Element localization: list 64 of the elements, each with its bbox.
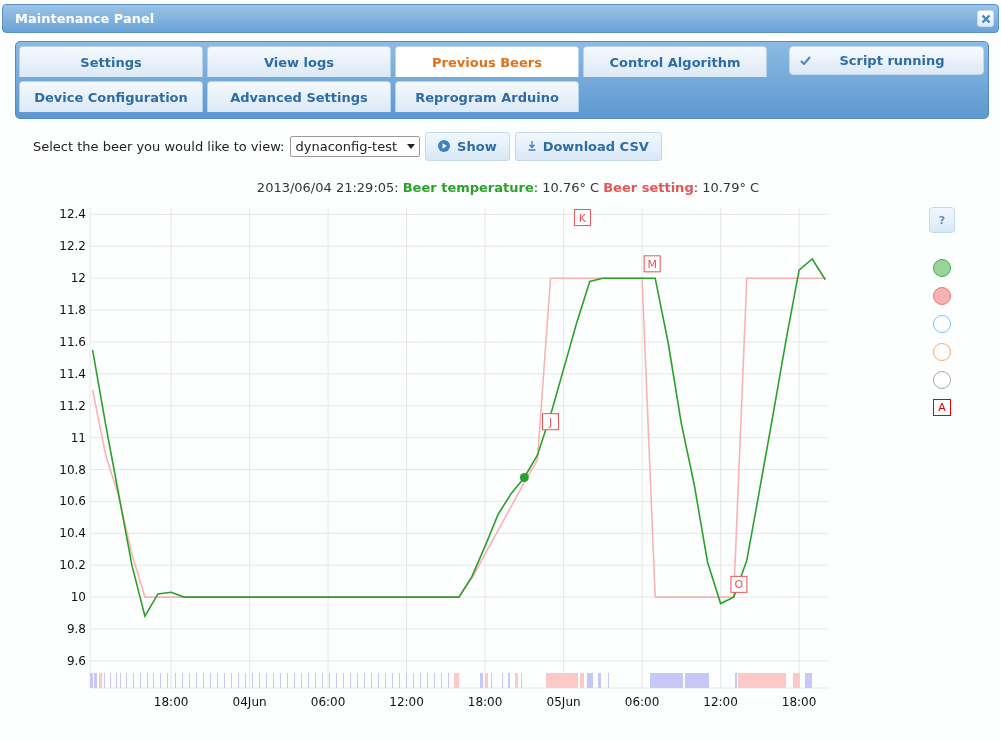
annotation: J (547, 415, 553, 429)
series-value: : 10.79° C (693, 180, 760, 195)
tab[interactable]: Settings (19, 46, 203, 77)
y-tick-label: 12 (70, 271, 86, 286)
select-label: Select the beer you would like to view: (33, 138, 285, 154)
legend-toggle[interactable] (933, 343, 951, 361)
check-icon (800, 56, 811, 65)
tab[interactable]: Advanced Settings (207, 81, 391, 112)
beer-dropdown[interactable]: dynaconfig-test (290, 135, 421, 157)
x-tick-label: 06:00 (624, 695, 660, 709)
y-tick-label: 10.8 (59, 462, 86, 477)
dropdown-arrow-icon (407, 143, 416, 149)
download-button[interactable]: Download CSV (514, 131, 662, 161)
close-button[interactable] (977, 10, 994, 27)
annotation-flag[interactable]: J (542, 413, 559, 431)
y-tick-label: 10.4 (59, 526, 86, 541)
y-tick-label: 11.2 (59, 398, 86, 413)
tab[interactable]: View logs (207, 46, 391, 77)
y-tick-label: 10.6 (59, 494, 86, 509)
legend-toggle[interactable] (933, 315, 951, 333)
legend-toggle[interactable] (933, 259, 951, 277)
annotation-toggle[interactable]: A (933, 399, 951, 416)
hover-point (519, 473, 529, 482)
x-tick-label: 18:00 (467, 695, 503, 709)
readout-time: 2013/06/04 21:29:05: (256, 180, 399, 195)
x-tick-label: 18:00 (153, 695, 189, 709)
script-running-button[interactable]: Script running (789, 46, 984, 75)
legend-toggle[interactable] (933, 287, 951, 305)
help-button[interactable]: ? (929, 207, 955, 233)
x-tick-label: 12:00 (389, 695, 424, 709)
tab[interactable]: Control Algorithm (583, 46, 767, 77)
tab[interactable]: Reprogram Arduino (395, 81, 579, 112)
y-tick-label: 12.2 (59, 239, 86, 254)
play-icon (438, 140, 451, 152)
y-tick-label: 11 (70, 430, 86, 445)
y-tick-label: 9.8 (66, 622, 86, 636)
series-name: Beer temperature (402, 180, 534, 195)
y-tick-label: 9.6 (66, 653, 86, 668)
tab[interactable]: Previous Beers (395, 46, 579, 77)
x-tick-label: 12:00 (703, 695, 738, 709)
y-tick-label: 12.4 (59, 207, 86, 222)
x-tick-label: 05Jun (546, 695, 581, 709)
window-title: Maintenance Panel (15, 11, 155, 26)
annotation: M (647, 257, 657, 271)
series-name: Beer setting (603, 180, 694, 195)
y-tick-label: 11.6 (59, 334, 86, 349)
close-icon (980, 13, 991, 24)
tab[interactable]: Device Configuration (19, 81, 203, 112)
annotation: O (734, 578, 744, 592)
annotation-flag[interactable]: M (643, 255, 661, 273)
y-tick-label: 11.8 (59, 303, 86, 318)
y-tick-label: 10 (70, 590, 86, 605)
download-icon (527, 141, 536, 151)
annotation-flag[interactable]: K (573, 209, 591, 227)
y-tick-label: 11.4 (59, 366, 86, 381)
annotation-flag[interactable]: O (730, 575, 748, 593)
annotation: K (578, 211, 587, 225)
x-tick-label: 18:00 (781, 695, 817, 709)
legend-toggle[interactable] (933, 371, 951, 389)
series-value: : 10.76° C (533, 180, 600, 195)
x-tick-label: 06:00 (310, 695, 346, 709)
show-button[interactable]: Show (425, 131, 510, 161)
x-tick-label: 04Jun (232, 695, 267, 709)
y-tick-label: 10.2 (59, 558, 86, 573)
